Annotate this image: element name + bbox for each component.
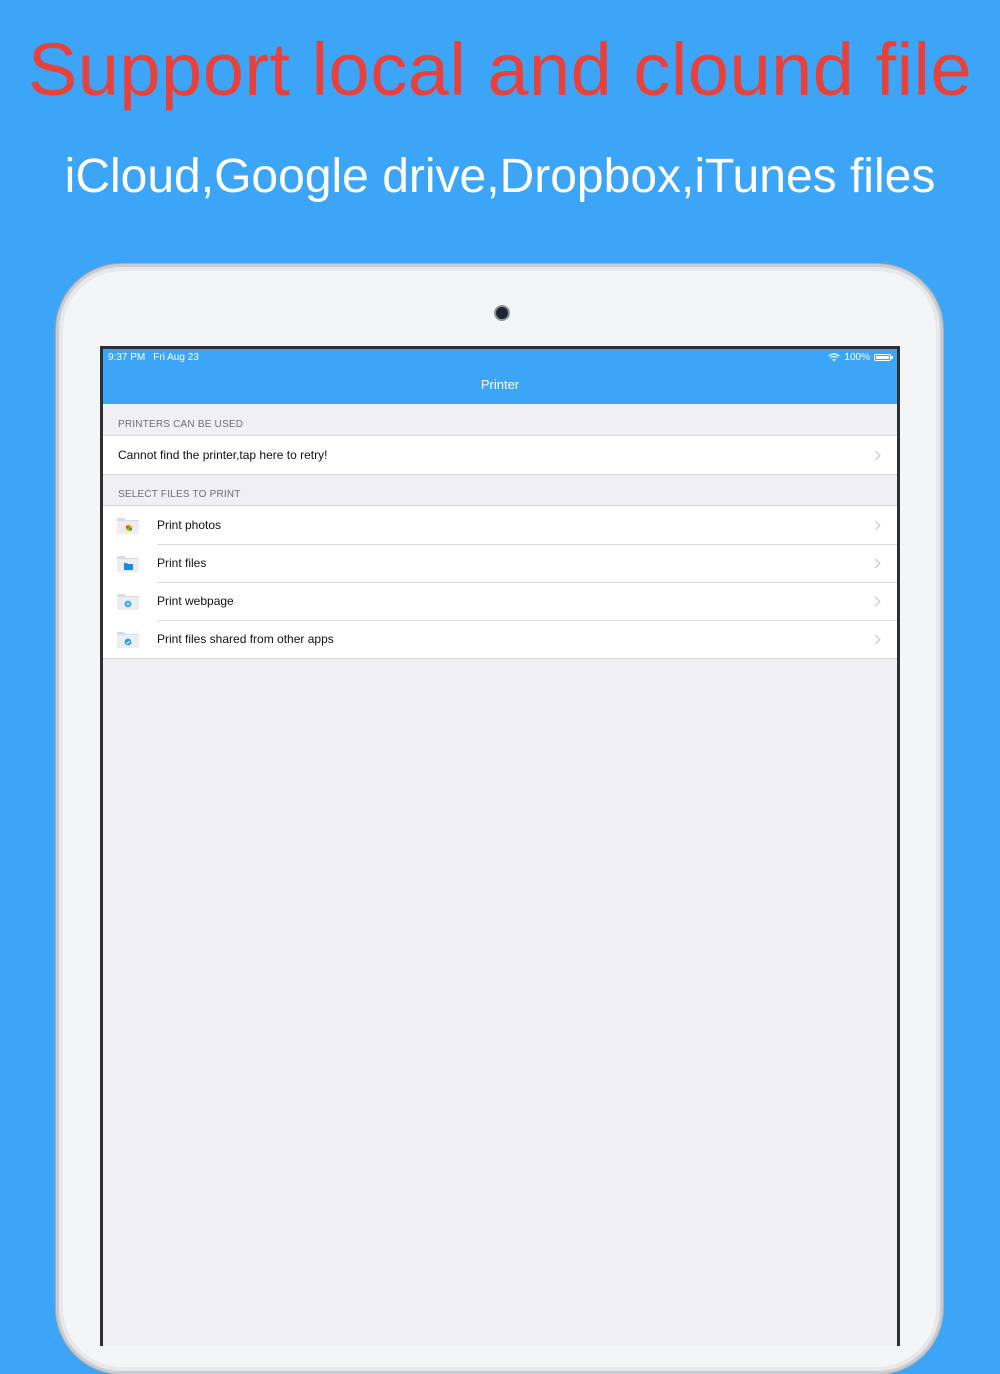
chevron-right-icon xyxy=(870,450,881,460)
battery-percent: 100% xyxy=(844,352,870,363)
wifi-icon xyxy=(828,353,841,362)
chevron-right-icon xyxy=(870,634,881,644)
section-header-files: SELECT FILES TO PRINT xyxy=(118,489,241,500)
print-webpage-label: Print webpage xyxy=(157,594,234,608)
app-screen: 9:37 PM Fri Aug 23 100% Printer PRINTERS … xyxy=(100,346,900,1346)
print-shared-label: Print files shared from other apps xyxy=(157,632,334,646)
chevron-right-icon xyxy=(870,520,881,530)
headline: Support local and clound file xyxy=(27,28,973,111)
nav-title: Printer xyxy=(480,377,520,392)
print-files-label: Print files xyxy=(157,556,207,570)
files-group: Print photos Print files Print webpage P… xyxy=(103,505,897,659)
print-files-row[interactable]: Print files xyxy=(103,544,897,582)
status-bar-right: 100% xyxy=(828,352,893,363)
print-photos-label: Print photos xyxy=(157,518,222,532)
status-bar-left: 9:37 PM Fri Aug 23 xyxy=(108,352,199,363)
subheadline: iCloud,Google drive,Dropbox,iTunes files xyxy=(64,150,936,203)
retry-printer-label: Cannot find the printer,tap here to retr… xyxy=(118,448,328,462)
camera-icon xyxy=(496,307,508,319)
battery-icon xyxy=(874,354,893,361)
status-date: Fri Aug 23 xyxy=(153,352,199,363)
photos-folder-icon xyxy=(117,518,139,534)
printers-group: Cannot find the printer,tap here to retr… xyxy=(103,435,897,475)
retry-printer-row[interactable]: Cannot find the printer,tap here to retr… xyxy=(103,436,897,474)
print-webpage-row[interactable]: Print webpage xyxy=(103,582,897,620)
chevron-right-icon xyxy=(870,596,881,606)
section-header-printers: PRINTERS CAN BE USED xyxy=(118,419,244,430)
ipad-frame: 9:37 PM Fri Aug 23 100% Printer PRINTERS … xyxy=(56,264,943,1374)
navigation-bar: 9:37 PM Fri Aug 23 100% Printer xyxy=(103,349,897,404)
print-shared-row[interactable]: Print files shared from other apps xyxy=(103,620,897,658)
print-photos-row[interactable]: Print photos xyxy=(103,506,897,544)
files-folder-icon xyxy=(117,556,139,572)
shared-folder-icon xyxy=(117,632,139,648)
chevron-right-icon xyxy=(870,558,881,568)
status-time: 9:37 PM xyxy=(108,352,146,363)
webpage-folder-icon xyxy=(117,594,139,610)
